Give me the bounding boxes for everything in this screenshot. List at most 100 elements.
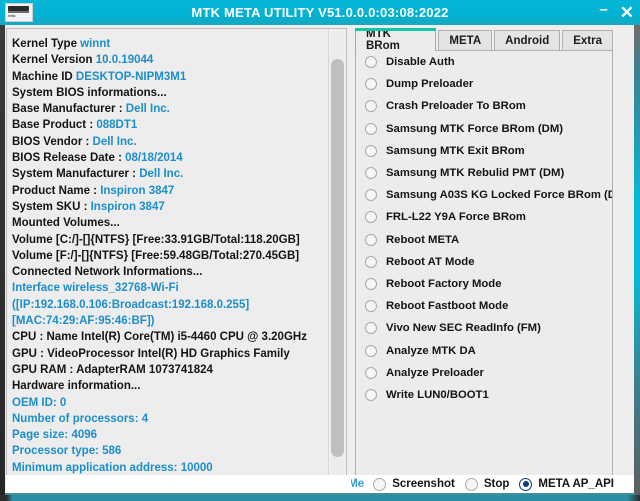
info-label: Volume [F:/]-[]{NTFS} [Free:59.48GB/Tota… — [12, 249, 300, 262]
tab-strip: MTK BRom META Android Extra — [355, 28, 613, 52]
info-line: Page size: 4096 — [12, 427, 325, 443]
radio-button[interactable] — [365, 233, 377, 246]
operation-row[interactable]: Reboot Fastboot Mode — [356, 295, 612, 317]
operation-label: Write LUN0/BOOT1 — [386, 388, 489, 401]
info-value: 10.0.19044 — [95, 54, 154, 67]
operation-row[interactable]: Reboot AT Mode — [356, 251, 612, 273]
info-label: GPU : VideoProcessor Intel(R) HD Graphic… — [12, 347, 290, 360]
operation-row[interactable]: Crash Preloader To BRom — [356, 95, 612, 117]
info-line: System Manufacturer : Dell Inc. — [12, 166, 325, 182]
operations-panel: MTK BRom META Android Extra Disable Auth Dum… — [355, 28, 613, 483]
tab-mtk-brom[interactable]: MTK BRom — [355, 28, 437, 52]
radio-button[interactable] — [365, 255, 377, 268]
operation-list: Disable Auth Dump Preloader Crash Preloade… — [355, 50, 613, 483]
radio-button[interactable] — [365, 322, 377, 335]
radio-button[interactable] — [365, 122, 377, 135]
operation-row[interactable]: Reboot META — [356, 229, 612, 251]
operation-row[interactable]: Disable Auth — [356, 51, 612, 73]
info-label: Product Name : — [12, 184, 101, 197]
title-bar: helio MTK META UTILITY V51.0.0.0:03:08:2… — [0, 0, 640, 25]
radio-button[interactable] — [365, 300, 377, 313]
system-info-panel: Version ...Kernel Type winntKernel Versi… — [6, 28, 347, 483]
operation-row[interactable]: Analyze Preloader — [356, 362, 612, 384]
radio-button[interactable] — [365, 167, 377, 180]
operation-row[interactable]: FRL-L22 Y9A Force BRom — [356, 206, 612, 228]
info-line: Mounted Volumes... — [12, 215, 325, 231]
tab-label: Extra — [573, 35, 602, 47]
app-window: helio MTK META UTILITY V51.0.0.0:03:08:2… — [0, 0, 640, 501]
info-line: OEM ID: 0 — [12, 395, 325, 411]
tab-android[interactable]: Android — [494, 30, 561, 51]
radio-button[interactable] — [365, 189, 377, 202]
status-option-label: META AP_API — [538, 478, 614, 490]
info-label: CPU : Name Intel(R) Core(TM) i5-4460 CPU… — [12, 331, 307, 344]
operation-label: Samsung MTK Exit BRom — [386, 144, 525, 157]
info-label: Base Product : — [12, 119, 97, 132]
info-value: Dell Inc. — [139, 168, 184, 181]
info-line: Machine ID DESKTOP-NIPM3M1 — [12, 69, 325, 85]
operation-label: Disable Auth — [386, 56, 455, 69]
operation-row[interactable]: Samsung MTK Rebulid PMT (DM) — [356, 162, 612, 184]
info-line: System SKU : Inspiron 3847 — [12, 199, 325, 215]
operation-label: Reboot Factory Mode — [386, 277, 502, 290]
window-title: MTK META UTILITY V51.0.0.0:03:08:2022 — [191, 5, 449, 20]
scrollbar-thumb[interactable] — [331, 59, 344, 457]
app-icon: helio — [5, 3, 33, 22]
app-icon-label: helio — [8, 13, 16, 18]
operation-row[interactable]: Dump Preloader — [356, 73, 612, 95]
info-label: BIOS Release Date : — [12, 152, 126, 165]
info-label: GPU RAM : AdapterRAM 1073741824 — [12, 363, 213, 376]
info-line: GPU : VideoProcessor Intel(R) HD Graphic… — [12, 346, 325, 362]
status-option-label: Stop — [483, 478, 510, 490]
status-options: Screenshot Stop META AP_API — [373, 477, 614, 491]
info-line: Minimum application address: 10000 — [12, 460, 325, 476]
operation-row[interactable]: Write LUN0/BOOT1 — [356, 384, 612, 406]
operation-label: Vivo New SEC ReadInfo (FM) — [386, 322, 541, 335]
operation-row[interactable]: Analyze MTK DA — [356, 339, 612, 361]
close-icon[interactable]: ✕ — [620, 4, 634, 21]
info-line: Volume [C:/]-[]{NTFS} [Free:33.91GB/Tota… — [12, 232, 325, 248]
operation-row[interactable]: Reboot Factory Mode — [356, 273, 612, 295]
tab-meta[interactable]: META — [438, 30, 493, 51]
tab-extra[interactable]: Extra — [562, 30, 613, 51]
radio-button[interactable] — [365, 56, 377, 69]
minimize-icon[interactable]: – — [599, 2, 607, 17]
radio-button[interactable] — [365, 100, 377, 113]
info-value: Dell Inc. — [92, 135, 137, 148]
info-value: 08/18/2014 — [125, 152, 183, 165]
info-value: Interface wireless_32768-Wi-Fi ([IP:192.… — [12, 282, 250, 328]
window-controls: – ✕ — [599, 0, 634, 25]
window-frame-right — [634, 25, 640, 501]
operation-label: Analyze MTK DA — [386, 344, 476, 357]
info-value: winnt — [80, 38, 111, 50]
operation-row[interactable]: Samsung MTK Exit BRom — [356, 140, 612, 162]
status-option-stop[interactable]: Stop — [464, 477, 510, 491]
status-option-screenshot[interactable]: Screenshot — [373, 477, 455, 491]
info-panel-scrollbar[interactable] — [328, 29, 346, 482]
info-line: System BIOS informations... — [12, 85, 325, 101]
radio-button[interactable] — [365, 388, 377, 401]
info-line: BIOS Release Date : 08/18/2014 — [12, 150, 325, 166]
tab-label: META — [449, 35, 482, 47]
window-frame-bottom — [0, 495, 640, 501]
operation-label: Crash Preloader To BRom — [386, 100, 526, 113]
operation-row[interactable]: Samsung MTK Force BRom (DM) — [356, 118, 612, 140]
info-label: Hardware information... — [12, 380, 141, 393]
radio-button[interactable] — [365, 144, 377, 157]
window-frame-left — [0, 25, 5, 501]
status-option-meta-ap-api[interactable]: META AP_API — [519, 477, 614, 491]
info-value: Dell Inc. — [125, 103, 170, 116]
radio-button[interactable] — [365, 211, 377, 224]
radio-button[interactable] — [519, 477, 533, 491]
info-label: Base Manufacturer : — [12, 103, 126, 116]
radio-button[interactable] — [373, 477, 387, 491]
radio-button[interactable] — [365, 277, 377, 290]
radio-button[interactable] — [464, 477, 478, 491]
radio-button[interactable] — [365, 344, 377, 357]
info-line: CPU : Name Intel(R) Core(TM) i5-4460 CPU… — [12, 329, 325, 345]
radio-button[interactable] — [365, 366, 377, 379]
operation-label: Samsung A03S KG Locked Force BRom (DM) — [386, 189, 613, 202]
operation-row[interactable]: Vivo New SEC ReadInfo (FM) — [356, 317, 612, 339]
operation-row[interactable]: Samsung A03S KG Locked Force BRom (DM) — [356, 184, 612, 206]
radio-button[interactable] — [365, 78, 377, 91]
